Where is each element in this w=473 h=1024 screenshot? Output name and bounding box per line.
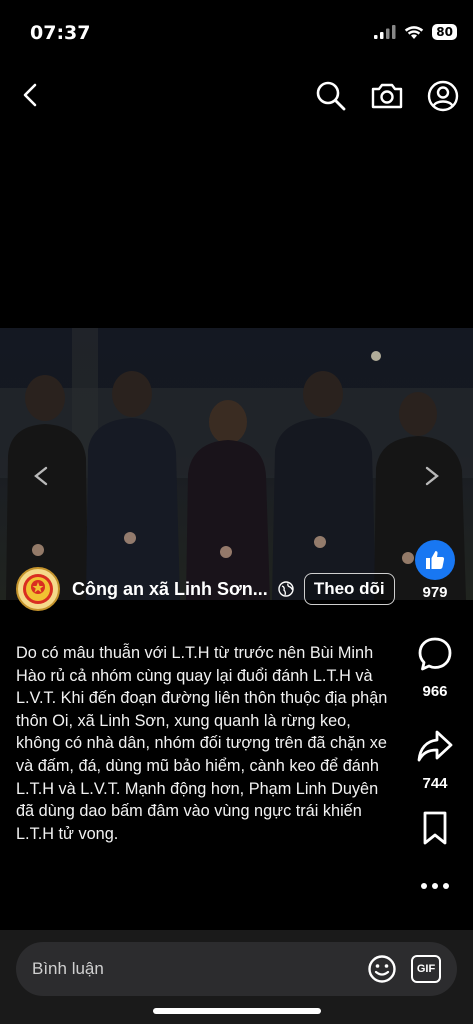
police-emblem-icon (23, 574, 53, 604)
share-arrow-icon (417, 730, 453, 762)
chevron-left-icon (34, 466, 48, 486)
share-action[interactable]: 744 (397, 726, 473, 792)
profile-button[interactable] (425, 78, 461, 114)
like-action[interactable]: 979 (397, 540, 473, 601)
search-icon (316, 81, 346, 111)
comment-input[interactable]: Bình luận GIF (16, 942, 457, 996)
top-bar (0, 72, 473, 122)
gif-button[interactable]: GIF (411, 955, 441, 983)
status-time: 07:37 (30, 22, 91, 44)
account-row: Công an xã Linh Sơn... Theo dõi (16, 566, 416, 612)
back-button[interactable] (14, 78, 48, 112)
more-action[interactable] (397, 866, 473, 911)
gif-label: GIF (416, 963, 436, 975)
follow-button[interactable]: Theo dõi (303, 573, 395, 605)
globe-icon (278, 581, 294, 597)
photo-prev-button[interactable] (22, 458, 58, 494)
bookmark-icon (423, 811, 447, 845)
home-indicator (153, 1008, 321, 1014)
chevron-left-icon (23, 83, 37, 107)
chevron-right-icon (425, 466, 439, 486)
post-caption: Do có mâu thuẫn với L.T.H từ trước nên B… (16, 644, 388, 843)
comment-placeholder: Bình luận (32, 959, 104, 978)
camera-button[interactable] (369, 78, 405, 114)
comment-action[interactable]: 966 (397, 634, 473, 700)
photo-next-button[interactable] (415, 458, 451, 494)
comment-count: 966 (422, 683, 448, 700)
wifi-icon (405, 25, 424, 39)
comment-bubble-icon (418, 637, 452, 671)
more-dots-icon (421, 883, 449, 889)
status-icons: 80 (374, 24, 457, 40)
search-button[interactable] (313, 78, 349, 114)
camera-icon (371, 83, 403, 109)
save-action[interactable] (397, 808, 473, 853)
profile-icon (427, 80, 459, 112)
share-count: 744 (422, 775, 448, 792)
emoji-icon[interactable] (367, 954, 397, 984)
battery-indicator: 80 (432, 24, 457, 40)
account-name[interactable]: Công an xã Linh Sơn... (72, 579, 268, 600)
status-bar: 07:37 80 (0, 0, 473, 64)
like-count: 979 (422, 584, 448, 601)
thumbs-up-icon (415, 540, 455, 580)
signal-icon (374, 25, 396, 39)
avatar[interactable] (16, 567, 60, 611)
